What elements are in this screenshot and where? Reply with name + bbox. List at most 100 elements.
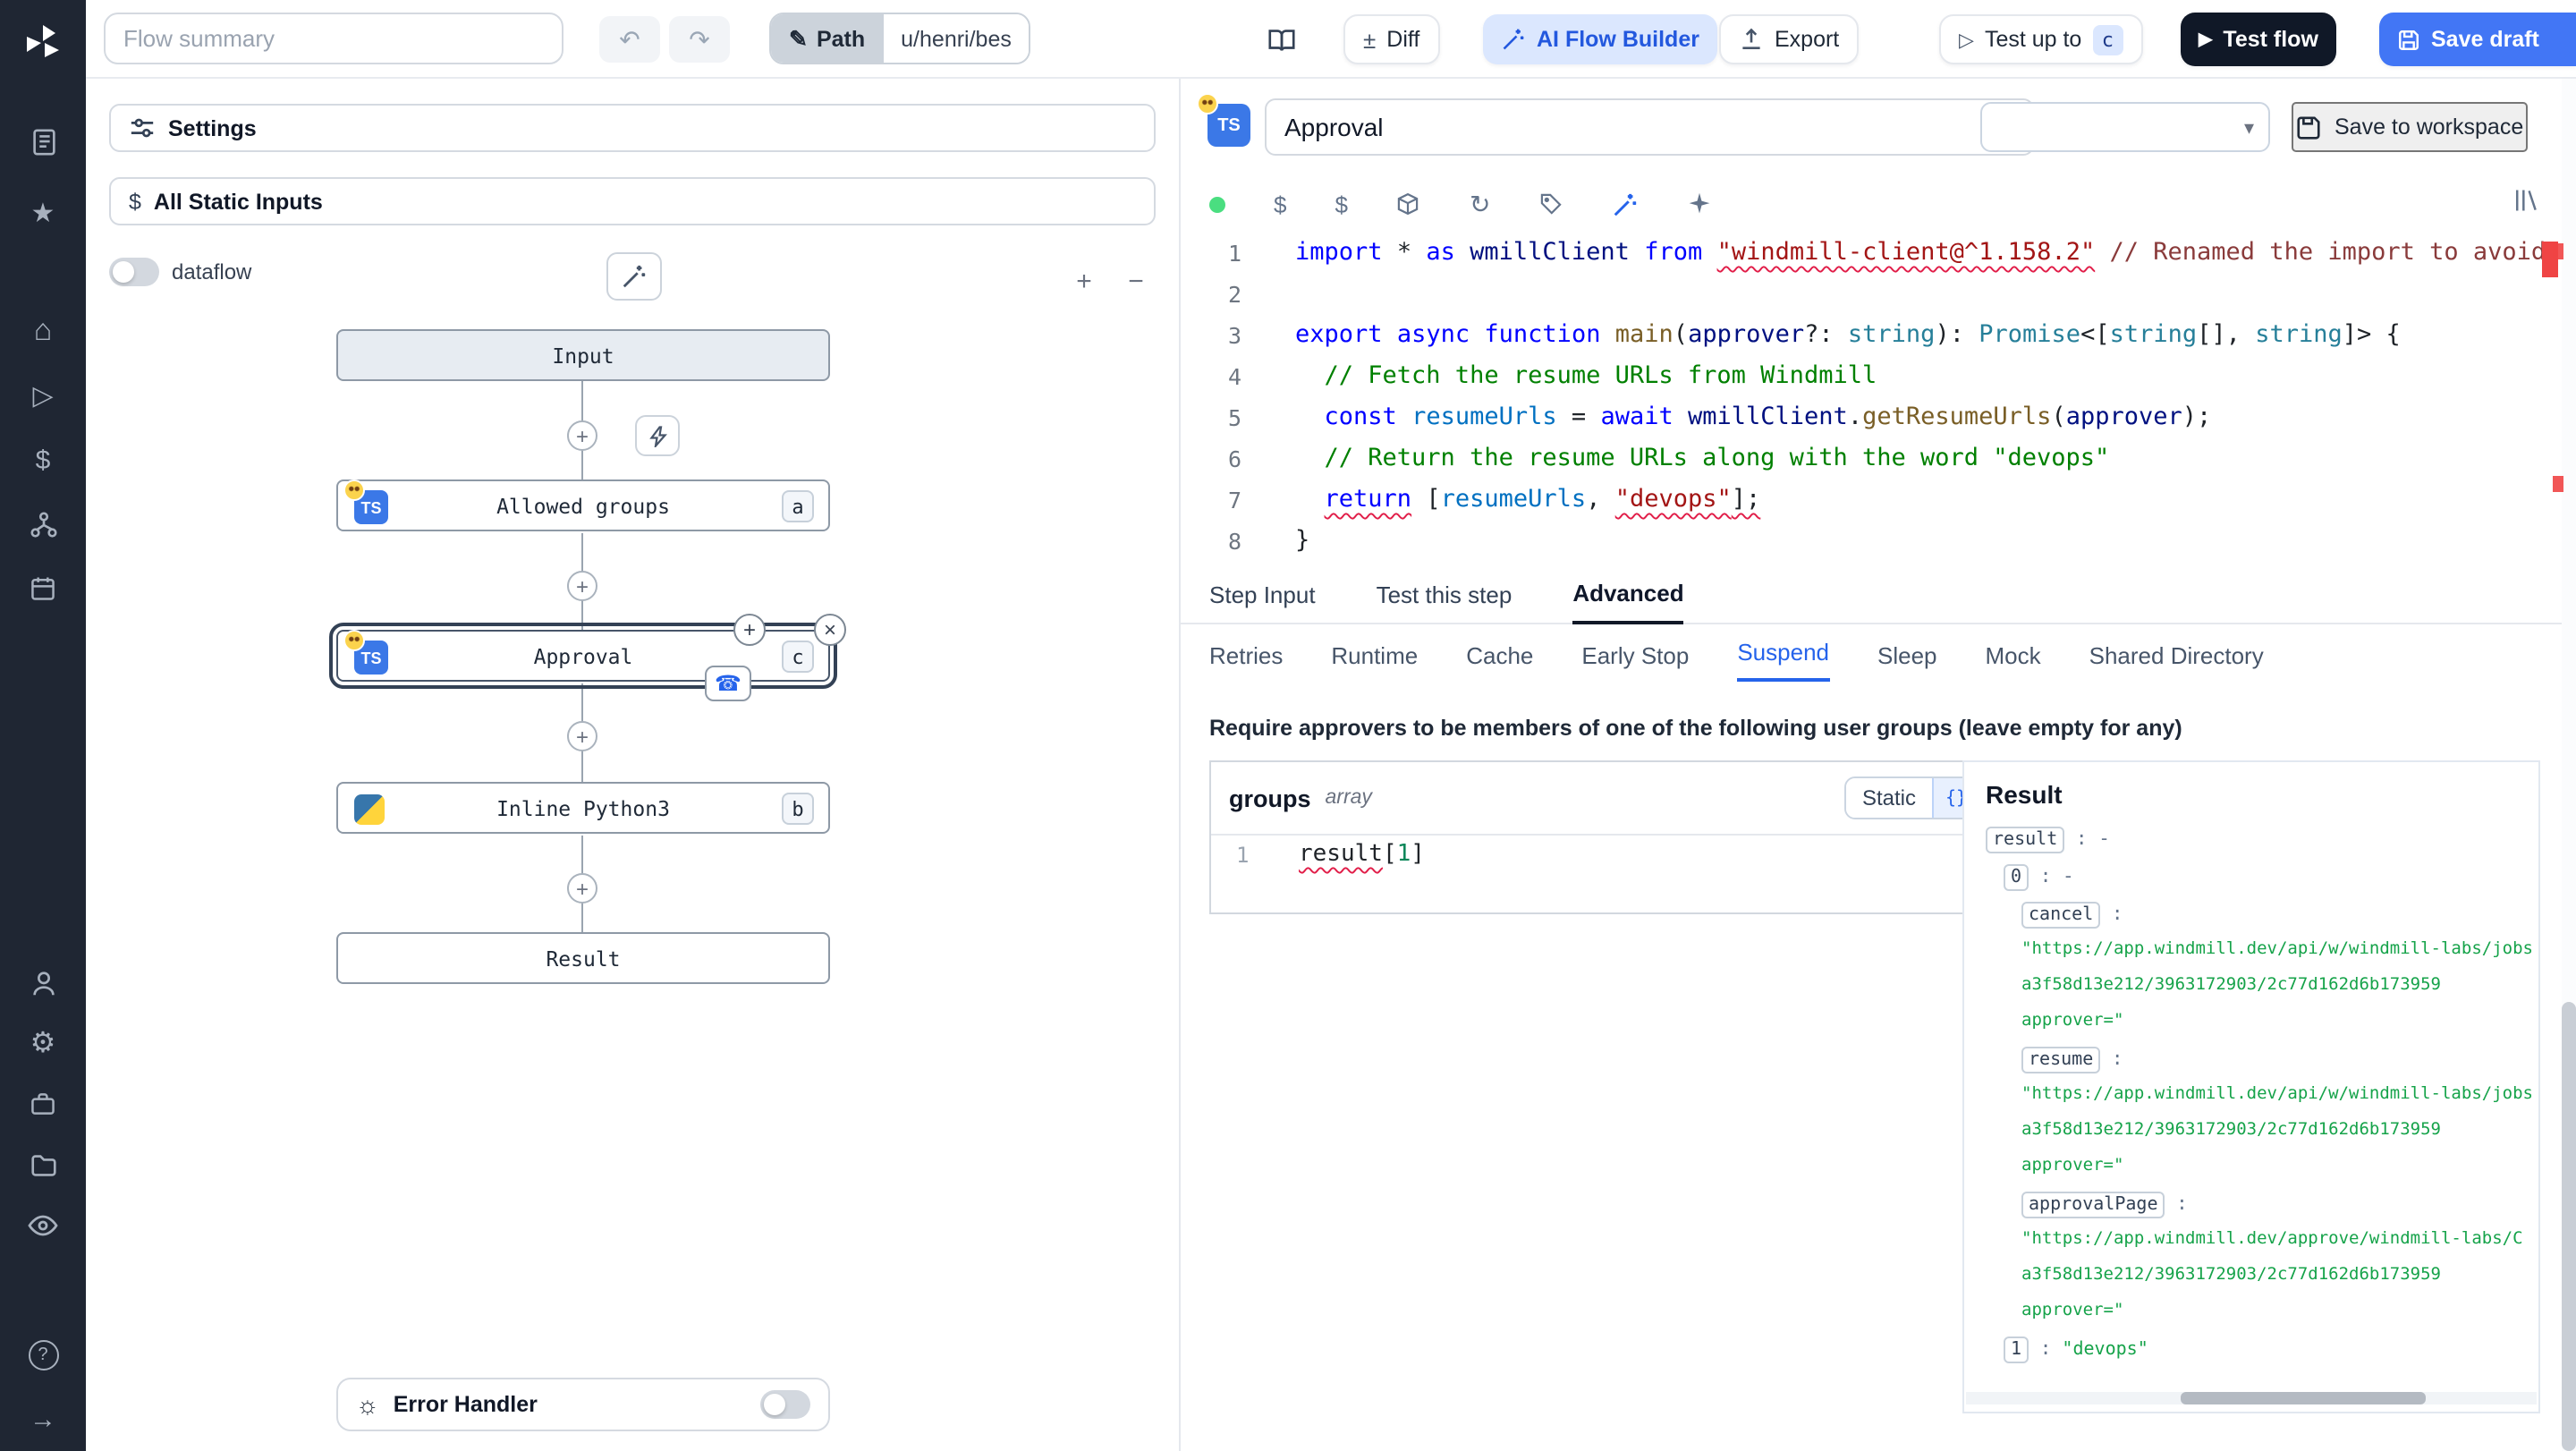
flow-summary-input[interactable] [104,13,564,64]
tab-test-this-step[interactable]: Test this step [1377,581,1513,623]
suspend-description: Require approvers to be members of one o… [1209,716,2182,741]
lightning-icon [648,425,666,446]
path-value: u/henri/bes [883,14,1030,63]
sidebar-item-home[interactable]: ⌂ [0,304,86,358]
tab-runtime[interactable]: Runtime [1331,642,1418,682]
path-button[interactable]: ✎ Path u/henri/bes [769,13,1031,64]
delete-step-button[interactable]: × [814,614,846,646]
node-label: Result [546,946,621,971]
node-label: Approval [533,643,633,668]
zoom-in-button[interactable]: + [1064,261,1104,301]
dollar-icon: $ [1335,191,1348,217]
add-step-button-2[interactable]: + [567,571,597,601]
redo-button[interactable]: ↷ [669,16,730,63]
windmill-logo[interactable] [0,14,86,72]
library-toggle-button[interactable] [2512,186,2540,224]
add-step-button-4[interactable]: + [567,873,597,904]
chevron-down-icon: ▾ [2243,117,2254,139]
sidebar-item-users[interactable] [0,955,86,1009]
tab-sleep[interactable]: Sleep [1877,642,1937,682]
diff-label: Diff [1386,27,1420,52]
flow-node-approval[interactable]: TS Approval c + × ☎ [329,614,846,701]
add-step-button-1[interactable]: + [567,420,597,451]
notebook-icon [32,128,55,155]
arrow-right-icon: → [30,1404,56,1434]
windmill-flow-editor: ★ ⌂ ▷ $ ⚙ ? → ↶ ↷ ✎ Path u/henri/bes [0,0,2576,1451]
result-title: Result [1986,780,2063,809]
code-editor[interactable]: 12345678 import * as wmillClient from "w… [1181,233,2562,569]
reload-button[interactable]: ↻ [1470,189,1490,219]
play-solid-icon: ▶ [2199,30,2213,49]
tab-step-input[interactable]: Step Input [1209,581,1316,623]
editor-toolbar: $ $ ↻ [1209,186,1712,222]
error-handler-toggle[interactable] [760,1390,810,1419]
error-handler-row[interactable]: ☼ Error Handler [336,1378,830,1431]
flow-node-inline-python3[interactable]: Inline Python3 b [336,782,830,834]
tab-advanced[interactable]: Advanced [1572,580,1684,624]
flow-settings-button[interactable]: Settings [109,104,1156,152]
zoom-out-button[interactable]: − [1116,261,1156,301]
sidebar-item-workers[interactable] [0,1077,86,1131]
diff-button[interactable]: ± Diff [1343,14,1440,64]
template-select[interactable]: ▾ [1980,102,2270,152]
sidebar-item-audit[interactable] [0,1199,86,1252]
format-button[interactable] [1538,191,1563,216]
ai-flow-builder-label: AI Flow Builder [1537,27,1699,52]
flow-settings-label: Settings [168,115,257,140]
package-button[interactable] [1396,191,1421,216]
page-scrollbar-thumb[interactable] [2562,1002,2576,1451]
all-static-inputs-button[interactable]: $ All Static Inputs [109,177,1156,225]
star-icon: ★ [30,199,55,229]
tab-shared-directory[interactable]: Shared Directory [2089,642,2264,682]
wand-active-icon [1614,192,1637,216]
export-button[interactable]: Export [1719,14,1860,64]
move-step-button[interactable]: + [733,614,766,646]
sidebar-item-folders[interactable] [0,1138,86,1192]
code-gutter: 12345678 [1227,240,1241,555]
sparkles-icon [1690,192,1710,214]
add-trigger-button[interactable] [635,415,680,456]
variables-button[interactable]: $ [1274,191,1286,217]
undo-button[interactable]: ↶ [599,16,660,63]
page-scrollbar-track [2562,79,2576,1451]
ai-spark-button[interactable] [1687,191,1712,216]
save-draft-button[interactable]: Save draft [2379,13,2576,66]
sidebar-item-resources[interactable] [0,497,86,551]
pencil-icon: ✎ [789,27,808,52]
status-green-icon [1209,196,1225,212]
save-to-workspace-button[interactable]: Save to workspace [2292,102,2528,152]
result-hscrollbar-thumb[interactable] [2181,1392,2426,1404]
tab-retries[interactable]: Retries [1209,642,1283,682]
flow-node-input[interactable]: Input [336,329,830,381]
tab-early-stop[interactable]: Early Stop [1581,642,1689,682]
test-up-to-button[interactable]: ▷ Test up to c [1939,14,2143,64]
sidebar-item-runs[interactable] [0,115,86,168]
resources-button[interactable]: $ [1335,191,1347,217]
ai-flow-builder-button[interactable]: AI Flow Builder [1483,14,1717,64]
dataflow-toggle[interactable] [109,258,159,286]
node-label: Input [552,343,614,368]
test-flow-button[interactable]: ▶ Test flow [2181,13,2336,66]
sidebar-item-help[interactable]: ? [0,1328,86,1381]
sidebar-item-settings[interactable]: ⚙ [0,1016,86,1070]
groups-type-label: array [1325,787,1372,809]
diff-icon: ± [1363,26,1377,53]
ai-wand-button[interactable] [606,252,662,301]
tab-mock[interactable]: Mock [1986,642,2041,682]
add-step-button-3[interactable]: + [567,721,597,751]
ruler-error-mark-1 [2553,243,2563,259]
static-expression-toggle[interactable]: Static {} [1843,776,1980,819]
ai-assistant-button[interactable] [1612,191,1639,217]
flow-node-result[interactable]: Result [336,932,830,984]
tab-suspend[interactable]: Suspend [1737,639,1829,682]
sidebar-item-favorites[interactable]: ★ [0,186,86,240]
sidebar-collapse[interactable]: → [0,1392,86,1446]
docs-button[interactable] [1254,16,1308,63]
result-entry: 0 : - [1986,859,2531,895]
tab-cache[interactable]: Cache [1466,642,1533,682]
step-title-input[interactable] [1265,98,2034,156]
sidebar-item-runs-play[interactable]: ▷ [0,369,86,422]
sidebar-item-variables[interactable]: $ [0,433,86,487]
sidebar-item-schedules[interactable] [0,562,86,615]
flow-node-allowed-groups[interactable]: TS Allowed groups a [336,479,830,531]
